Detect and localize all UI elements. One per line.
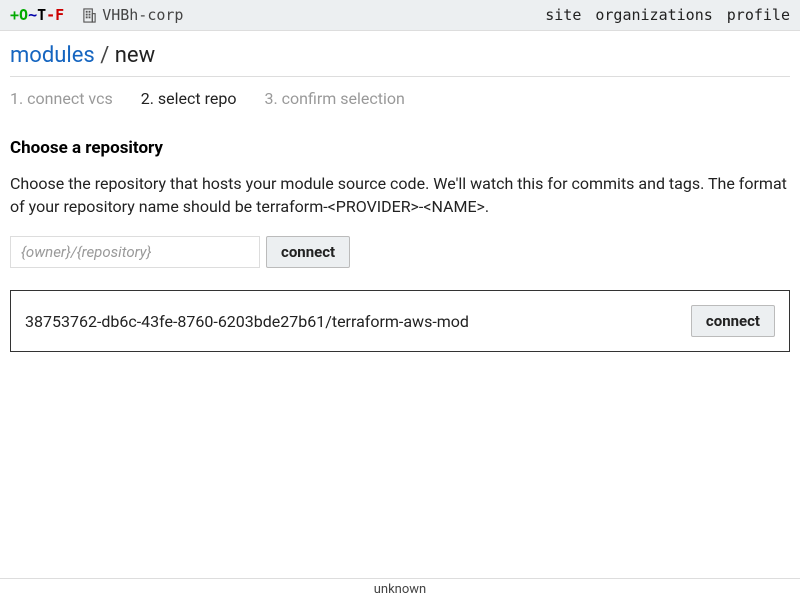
footer-text: unknown — [374, 582, 426, 597]
repo-row: 38753762-db6c-43fe-8760-6203bde27b61/ter… — [10, 290, 790, 352]
logo-dash: - — [46, 6, 55, 24]
logo-o: O — [19, 6, 28, 24]
logo-f: F — [55, 6, 64, 24]
nav-profile[interactable]: profile — [727, 6, 790, 24]
logo-tilde: ~ — [28, 6, 37, 24]
footer: unknown — [0, 578, 800, 600]
step-3: 3. confirm selection — [264, 89, 404, 108]
building-icon — [82, 8, 97, 23]
step-1: 1. connect vcs — [10, 89, 113, 108]
section-title: Choose a repository — [10, 138, 790, 158]
topbar: +O~T-F VHBh-corp site organizations prof… — [0, 0, 800, 31]
nav-site[interactable]: site — [545, 6, 581, 24]
step-indicator: 1. connect vcs 2. select repo 3. confirm… — [10, 89, 790, 108]
search-connect-button[interactable]: connect — [266, 236, 350, 268]
repo-search-input[interactable] — [10, 236, 260, 268]
breadcrumb-parent[interactable]: modules — [10, 43, 95, 68]
step-2: 2. select repo — [141, 89, 237, 108]
section-description: Choose the repository that hosts your mo… — [10, 172, 790, 218]
search-row: connect — [10, 236, 790, 268]
nav-links: site organizations profile — [545, 6, 790, 24]
breadcrumb: modules / new — [10, 43, 790, 77]
logo[interactable]: +O~T-F — [10, 6, 64, 24]
org-name: VHBh-corp — [102, 6, 183, 24]
org-selector[interactable]: VHBh-corp — [82, 6, 183, 24]
repo-connect-button[interactable]: connect — [691, 305, 775, 337]
repo-name: 38753762-db6c-43fe-8760-6203bde27b61/ter… — [25, 312, 469, 331]
breadcrumb-sep: / — [100, 43, 109, 68]
logo-t: T — [37, 6, 46, 24]
logo-plus: + — [10, 6, 19, 24]
breadcrumb-current: new — [115, 43, 155, 68]
main-content: modules / new 1. connect vcs 2. select r… — [0, 31, 800, 578]
nav-organizations[interactable]: organizations — [595, 6, 712, 24]
